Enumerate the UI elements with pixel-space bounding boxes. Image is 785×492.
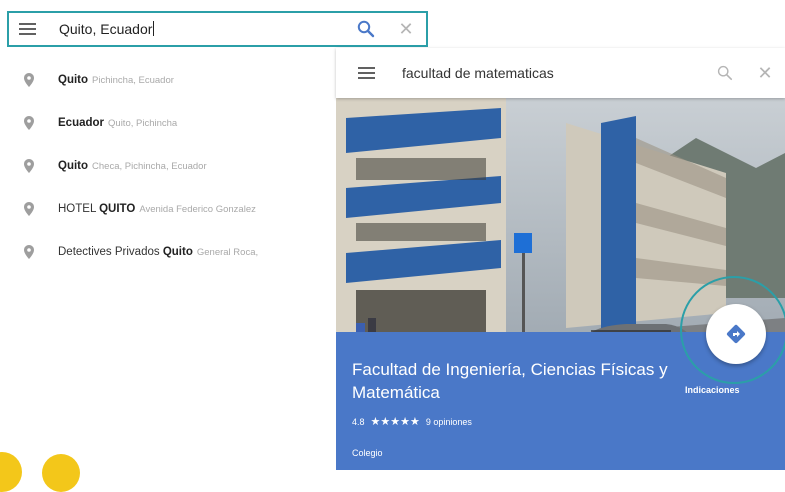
list-item[interactable]: HOTEL QUITO Avenida Federico Gonzalez xyxy=(0,187,335,230)
suggestion-primary: Quito xyxy=(58,73,89,86)
decorative-circle xyxy=(42,454,80,492)
suggestion-secondary: Avenida Federico Gonzalez xyxy=(139,203,256,215)
star-rating-icon: ★★★★★ xyxy=(370,416,420,428)
list-item[interactable]: Detectives Privados Quito General Roca, xyxy=(0,230,335,273)
decorative-circle xyxy=(0,452,22,492)
rating-value: 4.8 xyxy=(352,416,365,427)
close-icon: ✕ xyxy=(398,18,414,39)
suggestion-prefix: Detectives Privados xyxy=(58,245,163,258)
search-icon xyxy=(357,20,375,38)
search-input[interactable]: Quito, Ecuador xyxy=(45,21,346,37)
place-title: Facultad de Ingeniería, Ciencias Físicas… xyxy=(352,360,668,402)
directions-icon xyxy=(726,324,746,344)
menu-button[interactable] xyxy=(9,13,45,45)
search-input[interactable]: facultad de matematicas xyxy=(396,65,705,81)
rating-row[interactable]: 4.8 ★★★★★ 9 opiniones xyxy=(352,415,472,428)
clear-button[interactable]: ✕ xyxy=(386,13,426,45)
suggestion-secondary: General Roca, xyxy=(196,246,259,258)
suggestions-list: Quito Pichincha, Ecuador Ecuador Quito, Pi… xyxy=(0,58,335,273)
suggestion-primary: Ecuador xyxy=(58,116,105,129)
location-pin-icon xyxy=(0,201,58,216)
suggestion-secondary: Pichincha, Ecuador xyxy=(92,74,174,86)
hamburger-icon xyxy=(18,23,36,35)
suggestion-prefix: HOTEL xyxy=(58,202,100,215)
clear-button[interactable]: ✕ xyxy=(745,48,785,98)
menu-button[interactable] xyxy=(336,67,396,79)
suggestion-primary: QUITO xyxy=(99,202,136,215)
search-icon xyxy=(717,65,733,81)
list-item[interactable]: Quito Checa, Pichincha, Ecuador xyxy=(0,144,335,187)
place-category: Colegio xyxy=(352,448,383,458)
directions-label: Indicaciones xyxy=(685,385,740,395)
directions-button[interactable] xyxy=(706,304,766,364)
hamburger-icon xyxy=(357,67,375,79)
location-pin-icon xyxy=(0,115,58,130)
close-icon: ✕ xyxy=(757,62,773,83)
place-card: facultad de matematicas ✕ Facultad de In… xyxy=(336,48,785,470)
location-pin-icon xyxy=(0,158,58,173)
list-item[interactable]: Quito Pichincha, Ecuador xyxy=(0,58,335,101)
location-pin-icon xyxy=(0,244,58,259)
list-item[interactable]: Ecuador Quito, Pichincha xyxy=(0,101,335,144)
suggestion-primary: Quito xyxy=(162,245,193,258)
location-pin-icon xyxy=(0,72,58,87)
search-button[interactable] xyxy=(705,48,745,98)
left-search-bar[interactable]: Quito, Ecuador ✕ xyxy=(7,11,428,47)
review-count: 9 opiniones xyxy=(425,416,472,427)
suggestion-primary: Quito xyxy=(58,159,89,172)
card-search-bar[interactable]: facultad de matematicas ✕ xyxy=(336,48,785,98)
suggestion-secondary: Checa, Pichincha, Ecuador xyxy=(92,160,207,172)
suggestion-secondary: Quito, Pichincha xyxy=(108,117,178,129)
search-button[interactable] xyxy=(346,13,386,45)
